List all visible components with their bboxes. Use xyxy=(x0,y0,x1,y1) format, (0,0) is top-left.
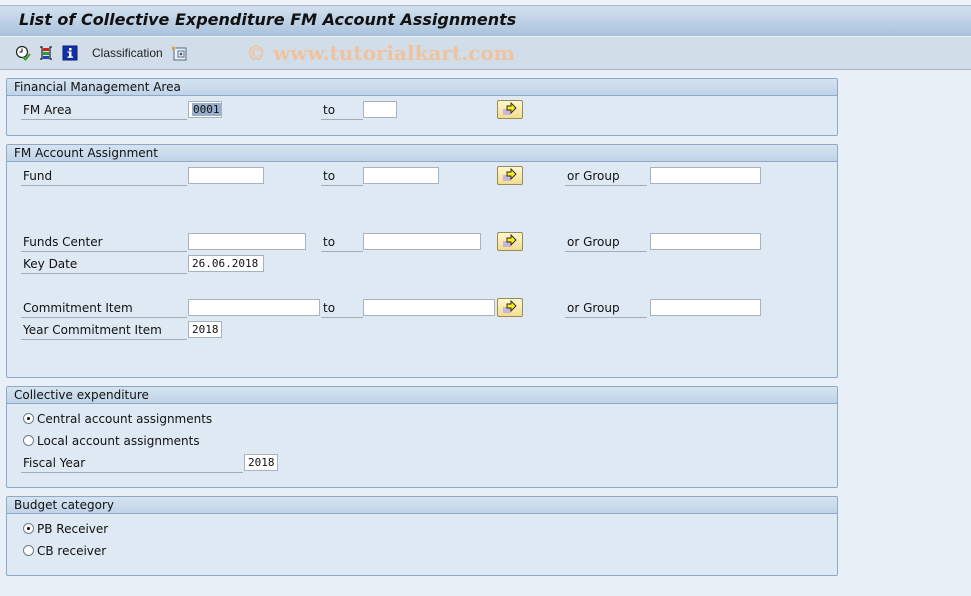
group-title: Financial Management Area xyxy=(7,79,837,96)
funds-center-to-input[interactable] xyxy=(363,233,481,250)
fm-area-input[interactable]: 0001 xyxy=(188,101,222,118)
fm-area-to-input[interactable] xyxy=(363,101,397,118)
classification-button[interactable]: Classification xyxy=(92,46,163,60)
commitment-item-input[interactable] xyxy=(188,299,320,316)
fm-area-label: FM Area xyxy=(21,101,187,120)
multiple-selection-arrow-icon xyxy=(503,167,517,181)
group-title: Budget category xyxy=(7,497,837,514)
watermark: © www.tutorialkart.com xyxy=(246,41,515,65)
year-commitment-item-input[interactable]: 2018 xyxy=(188,321,222,338)
group-budget-category: Budget category PB Receiver CB receiver xyxy=(6,496,838,576)
commitment-item-multiple-selection-button[interactable] xyxy=(497,298,523,317)
key-date-label: Key Date xyxy=(21,255,187,274)
page-title: List of Collective Expenditure FM Accoun… xyxy=(19,10,517,29)
radio-label: Local account assignments xyxy=(37,434,200,448)
fiscal-year-input[interactable]: 2018 xyxy=(244,454,278,471)
radio-label: Central account assignments xyxy=(37,412,213,426)
funds-center-multiple-selection-button[interactable] xyxy=(497,232,523,251)
radio-central-account-assignments[interactable]: Central account assignments xyxy=(23,410,223,428)
fund-group-label: or Group xyxy=(565,167,647,186)
radio-unselected-icon xyxy=(23,435,34,446)
group-fm-account-assignment: FM Account Assignment Fund to or Group F… xyxy=(6,144,838,378)
radio-selected-icon xyxy=(23,523,34,534)
fund-input[interactable] xyxy=(188,167,264,184)
radio-unselected-icon xyxy=(23,545,34,556)
radio-label: CB receiver xyxy=(37,544,107,558)
fund-label: Fund xyxy=(21,167,187,186)
group-title: Collective expenditure xyxy=(7,387,837,404)
commitment-item-group-label: or Group xyxy=(565,299,647,318)
commitment-item-to-input[interactable] xyxy=(363,299,495,316)
fund-to-label: to xyxy=(321,167,363,186)
funds-center-to-label: to xyxy=(321,233,363,252)
multiple-selection-arrow-icon xyxy=(503,233,517,247)
group-title: FM Account Assignment xyxy=(7,145,837,162)
radio-pb-receiver[interactable]: PB Receiver xyxy=(23,520,173,538)
commitment-item-label: Commitment Item xyxy=(21,299,187,318)
key-date-input[interactable]: 26.06.2018 xyxy=(188,255,264,272)
commitment-item-to-label: to xyxy=(321,299,363,318)
fund-to-input[interactable] xyxy=(363,167,439,184)
fm-area-multiple-selection-button[interactable] xyxy=(497,100,523,119)
radio-label: PB Receiver xyxy=(37,522,109,536)
radio-local-account-assignments[interactable]: Local account assignments xyxy=(23,432,223,450)
group-collective-expenditure: Collective expenditure Central account a… xyxy=(6,386,838,488)
multiple-selection-arrow-icon xyxy=(503,299,517,313)
funds-center-input[interactable] xyxy=(188,233,306,250)
year-commitment-item-label: Year Commitment Item xyxy=(21,321,187,340)
radio-selected-icon xyxy=(23,413,34,424)
funds-center-label: Funds Center xyxy=(21,233,187,252)
fm-area-to-label: to xyxy=(321,101,363,120)
selection-options-icon[interactable] xyxy=(38,45,54,61)
title-bar: List of Collective Expenditure FM Accoun… xyxy=(0,6,971,36)
funds-center-group-label: or Group xyxy=(565,233,647,252)
fm-area-value: 0001 xyxy=(192,103,221,116)
fund-group-input[interactable] xyxy=(650,167,761,184)
fund-multiple-selection-button[interactable] xyxy=(497,166,523,185)
commitment-item-group-input[interactable] xyxy=(650,299,761,316)
funds-center-group-input[interactable] xyxy=(650,233,761,250)
group-financial-management-area: Financial Management Area FM Area 0001 t… xyxy=(6,78,838,136)
application-toolbar: Classification © www.tutorialkart.com xyxy=(0,36,971,70)
information-icon[interactable] xyxy=(62,45,78,61)
execute-icon[interactable] xyxy=(15,45,31,61)
radio-cb-receiver[interactable]: CB receiver xyxy=(23,542,173,560)
expand-dynamic-selections-icon[interactable] xyxy=(171,45,187,61)
multiple-selection-arrow-icon xyxy=(503,101,517,115)
fiscal-year-label: Fiscal Year xyxy=(21,454,243,473)
